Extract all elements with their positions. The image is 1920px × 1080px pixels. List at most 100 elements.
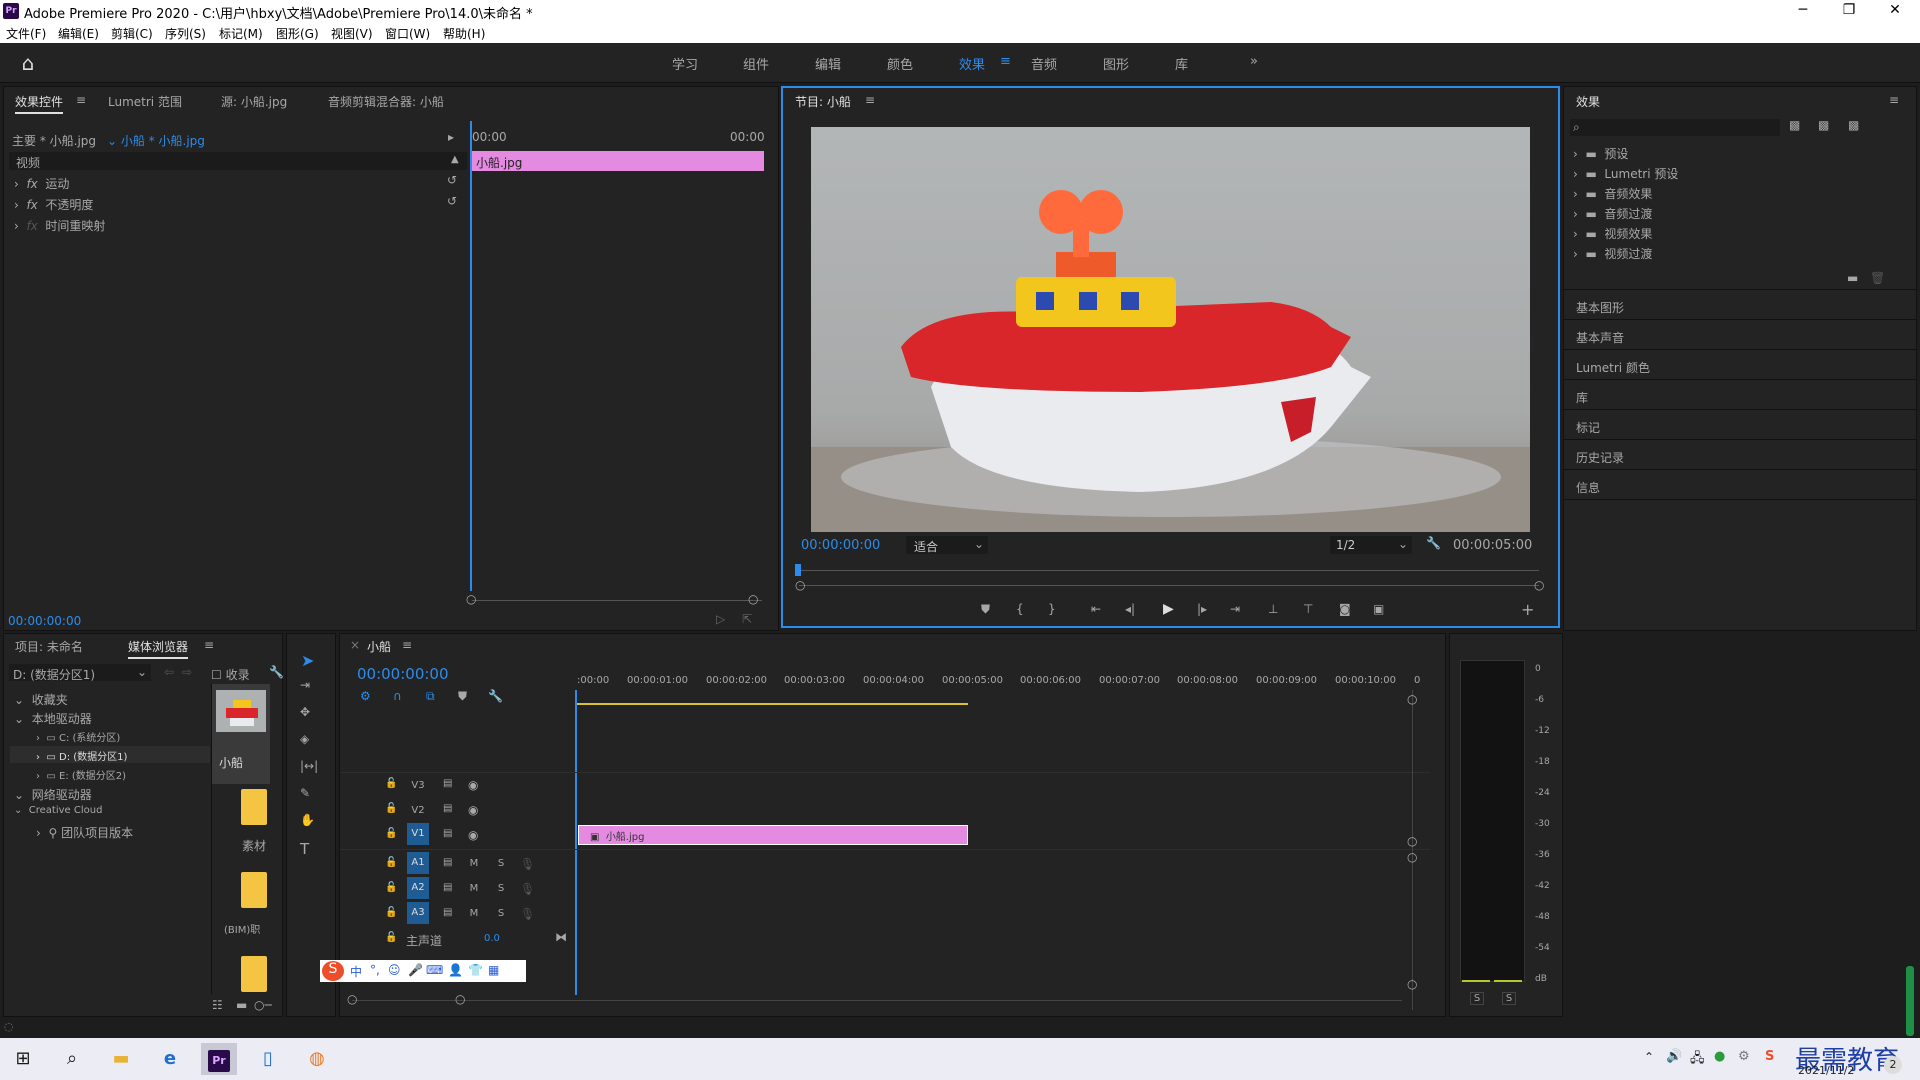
close-icon[interactable]: × xyxy=(350,638,360,652)
add-marker-icon[interactable]: ⛊ xyxy=(981,602,990,617)
more-workspaces-icon[interactable]: » xyxy=(1250,54,1258,69)
ime-chinese-mode-icon[interactable]: 中 xyxy=(350,963,362,980)
ime-toolbox-icon[interactable]: ▦ xyxy=(488,963,499,977)
nest-icon[interactable]: ⚙ xyxy=(360,689,371,703)
reset-icon[interactable]: ↺ xyxy=(447,173,457,187)
zoom-handle-icon[interactable]: ○ xyxy=(455,992,465,1006)
linked-selection-icon[interactable]: ⧉ xyxy=(426,689,435,704)
selection-tool-icon[interactable]: ➤ xyxy=(301,651,314,670)
slip-tool-icon[interactable]: |↔| xyxy=(300,759,318,773)
resolution-dropdown[interactable]: 1/2 ⌄ xyxy=(1330,536,1412,554)
scroll-handle-icon[interactable]: ○ xyxy=(1407,977,1417,991)
scroll-handle-icon[interactable]: ○ xyxy=(1407,834,1417,848)
folder-video-transitions[interactable]: › ▬ 视频过渡 xyxy=(1573,245,1652,262)
section-essential-graphics[interactable]: 基本图形 xyxy=(1576,299,1624,316)
microphone-icon[interactable]: 🎙 xyxy=(520,882,535,896)
ime-punctuation-icon[interactable]: °, xyxy=(370,963,380,977)
section-history[interactable]: 历史记录 xyxy=(1576,449,1624,466)
folder-icon[interactable] xyxy=(241,872,267,908)
go-to-out-icon[interactable]: ⇥ xyxy=(1230,602,1240,616)
comparison-view-icon[interactable]: ▣ xyxy=(1373,602,1384,616)
menu-file[interactable]: 文件(F) xyxy=(6,25,46,42)
menu-help[interactable]: 帮助(H) xyxy=(443,25,485,42)
workspace-learn[interactable]: 学习 xyxy=(672,54,698,73)
workspace-graphics[interactable]: 图形 xyxy=(1103,54,1129,73)
workspace-libraries[interactable]: 库 xyxy=(1175,54,1188,73)
export-icon[interactable]: ⇱ xyxy=(742,612,752,626)
sync-lock-icon[interactable]: ▤ xyxy=(443,803,452,814)
mark-in-icon[interactable]: { xyxy=(1016,602,1024,616)
section-markers[interactable]: 标记 xyxy=(1576,419,1600,436)
wrench-icon[interactable]: 🔧 xyxy=(269,665,284,679)
tree-local-drives[interactable]: ⌄ 本地驱动器 xyxy=(14,710,92,727)
folder-audio-transitions[interactable]: › ▬ 音频过渡 xyxy=(1573,205,1652,222)
filter-icon[interactable]: ▷ xyxy=(716,612,725,626)
folder-audio-effects[interactable]: › ▬ 音频效果 xyxy=(1573,185,1652,202)
ime-emoji-icon[interactable]: ☺ xyxy=(388,963,401,977)
zoom-handle-icon[interactable]: ○ xyxy=(347,992,357,1006)
section-info[interactable]: 信息 xyxy=(1576,479,1600,496)
zoom-handle-icon[interactable]: ○ xyxy=(466,592,476,606)
go-to-end-icon[interactable]: ⧓ xyxy=(555,930,567,944)
menu-sequence[interactable]: 序列(S) xyxy=(165,25,206,42)
panel-menu-icon[interactable]: ≡ xyxy=(402,638,412,652)
track-select-tool-icon[interactable]: ⇥ xyxy=(300,678,310,692)
sync-lock-icon[interactable]: ▤ xyxy=(443,857,452,868)
menu-marker[interactable]: 标记(M) xyxy=(219,25,263,42)
track-v1-label[interactable]: V1 xyxy=(407,823,429,845)
section-libraries[interactable]: 库 xyxy=(1576,389,1588,406)
ec-playhead[interactable] xyxy=(470,121,472,591)
panel-menu-icon[interactable]: ≡ xyxy=(1889,93,1899,107)
add-marker-icon[interactable]: ⛊ xyxy=(458,689,467,704)
tab-source[interactable]: 源: 小船.jpg xyxy=(221,93,287,110)
fit-dropdown[interactable]: 适合 ⌄ xyxy=(906,536,988,554)
tray-app-icon[interactable]: ⚙ xyxy=(1738,1049,1750,1064)
32bit-effects-icon[interactable]: ▩ xyxy=(1818,118,1829,132)
wrench-icon[interactable]: 🔧 xyxy=(1426,536,1441,550)
program-time-ruler[interactable] xyxy=(799,570,1539,571)
search-icon[interactable]: ⌕ xyxy=(54,1043,90,1075)
track-v2-label[interactable]: V2 xyxy=(407,805,429,816)
ime-user-icon[interactable]: 👤 xyxy=(448,963,463,977)
program-zoom-bar[interactable] xyxy=(799,585,1539,586)
lock-icon[interactable]: 🔓 xyxy=(385,932,397,943)
zoom-handle-icon[interactable]: ○ xyxy=(748,592,758,606)
scroll-handle-icon[interactable]: ○ xyxy=(1407,850,1417,864)
close-button[interactable]: ✕ xyxy=(1872,0,1918,22)
menu-view[interactable]: 视图(V) xyxy=(331,25,373,42)
menu-edit[interactable]: 编辑(E) xyxy=(58,25,99,42)
type-tool-icon[interactable]: T xyxy=(300,840,309,858)
folder-icon[interactable] xyxy=(241,789,267,825)
eye-icon[interactable]: ◉ xyxy=(468,803,478,817)
network-icon[interactable]: 🖧 xyxy=(1690,1049,1705,1071)
windows-start-icon[interactable]: ⊞ xyxy=(5,1043,41,1075)
mute-button[interactable]: M xyxy=(468,883,480,894)
forward-arrow-icon[interactable]: ⇨ xyxy=(182,665,192,679)
tablet-app-icon[interactable]: ▯ xyxy=(250,1043,286,1075)
panel-menu-icon[interactable]: ≡ xyxy=(204,638,214,652)
ingest-checkbox[interactable]: ☐ 收录 xyxy=(211,666,250,683)
minimize-button[interactable]: ─ xyxy=(1780,0,1826,22)
sync-lock-icon[interactable]: ▤ xyxy=(443,828,452,839)
eye-icon[interactable]: ◉ xyxy=(468,778,478,792)
track-a3-label[interactable]: A3 xyxy=(407,902,429,924)
workspace-editing[interactable]: 编辑 xyxy=(815,54,841,73)
accelerated-effects-icon[interactable]: ▩ xyxy=(1789,118,1800,132)
section-lumetri-color[interactable]: Lumetri 颜色 xyxy=(1576,359,1650,376)
lock-icon[interactable]: 🔓 xyxy=(385,803,397,814)
razor-tool-icon[interactable]: ◈ xyxy=(300,732,309,746)
microphone-icon[interactable]: 🎙 xyxy=(520,907,535,921)
section-essential-sound[interactable]: 基本声音 xyxy=(1576,329,1624,346)
tab-audio-clip-mixer[interactable]: 音频剪辑混合器: 小船 xyxy=(328,93,444,110)
tray-chevron-icon[interactable]: ⌃ xyxy=(1644,1050,1654,1064)
lift-icon[interactable]: ⊥ xyxy=(1268,602,1278,616)
ime-voice-icon[interactable]: 🎤 xyxy=(408,963,423,977)
tree-drive-e[interactable]: › ▭ E: (数据分区2) xyxy=(36,767,126,782)
reset-icon[interactable]: ↺ xyxy=(447,194,457,208)
lock-icon[interactable]: 🔓 xyxy=(385,907,397,918)
sequence-tab[interactable]: 小船 xyxy=(367,638,391,655)
sync-lock-icon[interactable]: ▤ xyxy=(443,778,452,789)
program-timecode[interactable]: 00:00:00:00 xyxy=(801,538,880,553)
collapse-icon[interactable]: ▲ xyxy=(451,154,459,165)
notification-badge[interactable]: 2 xyxy=(1884,1056,1902,1074)
